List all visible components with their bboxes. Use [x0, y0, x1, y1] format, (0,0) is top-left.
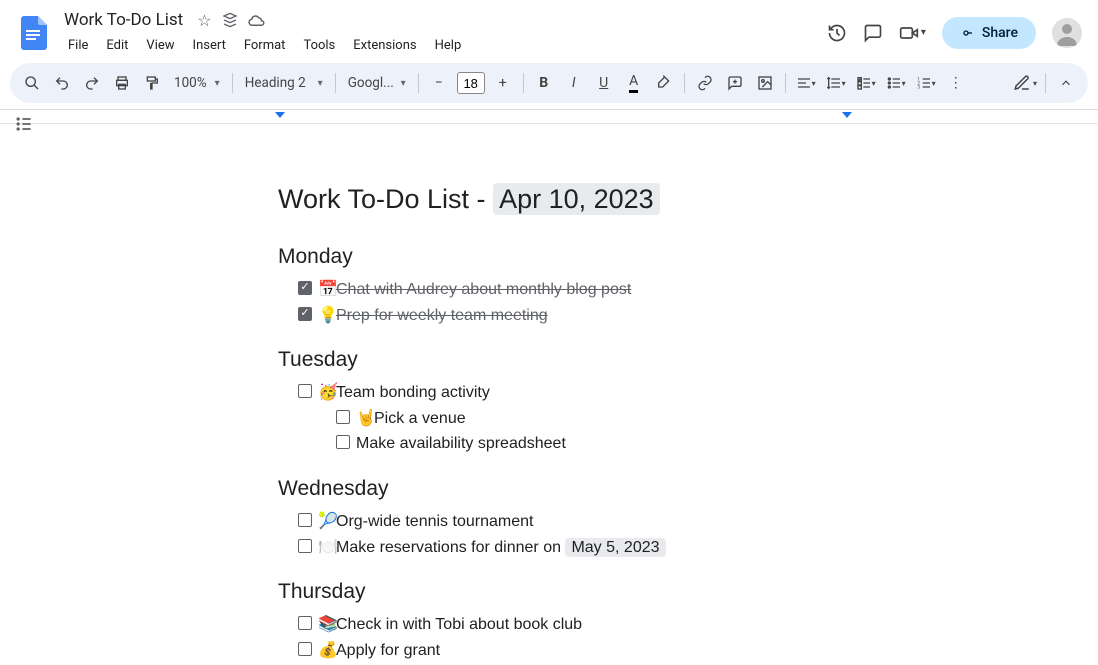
link-icon[interactable]: [691, 69, 719, 97]
font-selector[interactable]: Googl...▾: [342, 75, 412, 91]
print-icon[interactable]: [108, 69, 136, 97]
docs-logo-icon[interactable]: [16, 15, 52, 51]
menu-insert[interactable]: Insert: [185, 34, 234, 57]
move-icon[interactable]: [222, 12, 238, 28]
meet-icon[interactable]: ▾: [899, 23, 926, 43]
title-area: Work To-Do List ☆ File Edit View Insert …: [60, 8, 819, 57]
checklist-item-text: 🤘Pick a venue: [356, 406, 466, 432]
checklist-item-text: 🥳Team bonding activity: [318, 380, 490, 406]
star-icon[interactable]: ☆: [197, 11, 211, 30]
header-actions: ▾ Share: [827, 17, 1082, 49]
highlight-icon[interactable]: [650, 69, 678, 97]
share-button[interactable]: Share: [942, 17, 1036, 49]
checklist-item-text: 💰Apply for grant: [318, 638, 440, 664]
checklist-item[interactable]: 🍽️Make reservations for dinner on May 5,…: [298, 535, 1098, 561]
date-chip[interactable]: May 5, 2023: [565, 538, 665, 557]
checklist: 📅Chat with Audrey about monthly blog pos…: [278, 277, 1098, 328]
font-size-control: − +: [425, 69, 517, 97]
paint-format-icon[interactable]: [138, 69, 166, 97]
underline-icon[interactable]: U: [590, 69, 618, 97]
comment-icon[interactable]: [863, 23, 883, 43]
doc-title-heading[interactable]: Work To-Do List - Apr 10, 2023: [278, 184, 1098, 215]
numbered-list-icon[interactable]: 123▾: [912, 69, 940, 97]
more-icon[interactable]: ⋮: [942, 69, 970, 97]
line-spacing-icon[interactable]: ▾: [822, 69, 850, 97]
checklist-item[interactable]: 📚Check in with Tobi about book club: [298, 612, 1098, 638]
checklist-item[interactable]: Make availability spreadsheet: [298, 431, 1098, 457]
checklist-item[interactable]: 💰Apply for grant: [298, 638, 1098, 664]
undo-icon[interactable]: [48, 69, 76, 97]
menu-view[interactable]: View: [138, 34, 182, 57]
checklist-item-text: 📅Chat with Audrey about monthly blog pos…: [318, 277, 631, 303]
menu-bar: File Edit View Insert Format Tools Exten…: [60, 34, 819, 57]
bold-icon[interactable]: B: [530, 69, 558, 97]
collapse-toolbar-icon[interactable]: [1052, 69, 1080, 97]
checklist-item[interactable]: 💡Prep for weekly team meeting: [298, 303, 1098, 329]
checkbox[interactable]: [298, 616, 312, 630]
outline-toggle-icon[interactable]: [14, 114, 34, 134]
checkbox[interactable]: [298, 642, 312, 656]
checklist-item-text: 💡Prep for weekly team meeting: [318, 303, 548, 329]
toolbar-container: 100%▾ Heading 2▾ Googl...▾ − + B I U A ▾…: [0, 59, 1098, 110]
align-icon[interactable]: ▾: [792, 69, 820, 97]
text-color-icon[interactable]: A: [620, 69, 648, 97]
share-icon: [960, 25, 976, 41]
checklist-item[interactable]: 🤘Pick a venue: [298, 406, 1098, 432]
toolbar: 100%▾ Heading 2▾ Googl...▾ − + B I U A ▾…: [10, 63, 1088, 103]
style-selector[interactable]: Heading 2▾: [239, 75, 329, 91]
italic-icon[interactable]: I: [560, 69, 588, 97]
checklist: 📚Check in with Tobi about book club💰Appl…: [278, 612, 1098, 663]
menu-tools[interactable]: Tools: [295, 34, 343, 57]
section-heading[interactable]: Tuesday: [278, 348, 1098, 372]
section-heading[interactable]: Monday: [278, 245, 1098, 269]
zoom-selector[interactable]: 100%▾: [168, 75, 226, 91]
checklist-icon[interactable]: ▾: [852, 69, 880, 97]
checkbox[interactable]: [336, 410, 350, 424]
menu-edit[interactable]: Edit: [98, 34, 136, 57]
add-comment-icon[interactable]: [721, 69, 749, 97]
redo-icon[interactable]: [78, 69, 106, 97]
date-chip[interactable]: Apr 10, 2023: [493, 183, 660, 215]
checklist-item-text: 🎾Org-wide tennis tournament: [318, 509, 533, 535]
checklist-item[interactable]: 📅Chat with Audrey about monthly blog pos…: [298, 277, 1098, 303]
checkbox[interactable]: [336, 435, 350, 449]
font-size-input[interactable]: [457, 72, 485, 94]
section-heading[interactable]: Thursday: [278, 580, 1098, 604]
ruler-indent-left-icon[interactable]: [275, 112, 285, 118]
font-size-increase[interactable]: +: [489, 69, 517, 97]
checklist-item[interactable]: 🎾Org-wide tennis tournament: [298, 509, 1098, 535]
checklist: 🥳Team bonding activity🤘Pick a venueMake …: [278, 380, 1098, 457]
bulleted-list-icon[interactable]: ▾: [882, 69, 910, 97]
ruler[interactable]: [0, 110, 1098, 124]
checklist-item-text: 📚Check in with Tobi about book club: [318, 612, 582, 638]
editing-mode-icon[interactable]: ▾: [1011, 69, 1039, 97]
insert-image-icon[interactable]: [751, 69, 779, 97]
document-title[interactable]: Work To-Do List: [60, 8, 187, 32]
document-canvas[interactable]: Work To-Do List - Apr 10, 2023 Monday 📅Ch…: [0, 124, 1098, 663]
font-size-decrease[interactable]: −: [425, 69, 453, 97]
search-icon[interactable]: [18, 69, 46, 97]
section-heading[interactable]: Wednesday: [278, 477, 1098, 501]
share-label: Share: [982, 25, 1018, 41]
user-avatar[interactable]: [1052, 18, 1082, 48]
svg-text:3: 3: [917, 84, 920, 90]
menu-help[interactable]: Help: [427, 34, 470, 57]
checklist-item-text: Make availability spreadsheet: [356, 431, 566, 457]
checklist: 🎾Org-wide tennis tournament🍽️Make reserv…: [278, 509, 1098, 560]
checkbox[interactable]: [298, 281, 312, 295]
menu-file[interactable]: File: [60, 34, 96, 57]
ruler-indent-right-icon[interactable]: [842, 112, 852, 118]
app-header: Work To-Do List ☆ File Edit View Insert …: [0, 0, 1098, 59]
menu-format[interactable]: Format: [236, 34, 294, 57]
checkbox[interactable]: [298, 513, 312, 527]
menu-extensions[interactable]: Extensions: [345, 34, 424, 57]
checklist-item[interactable]: 🥳Team bonding activity: [298, 380, 1098, 406]
checkbox[interactable]: [298, 307, 312, 321]
checkbox[interactable]: [298, 384, 312, 398]
checkbox[interactable]: [298, 539, 312, 553]
checklist-item-text: 🍽️Make reservations for dinner on May 5,…: [318, 535, 666, 561]
cloud-saved-icon[interactable]: [248, 13, 266, 27]
history-icon[interactable]: [827, 23, 847, 43]
